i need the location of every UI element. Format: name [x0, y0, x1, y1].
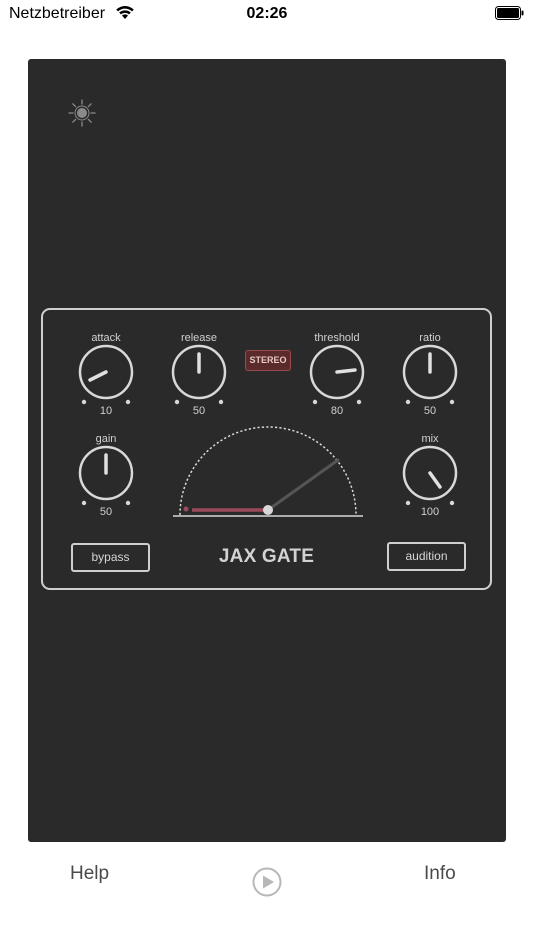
clock: 02:26 — [246, 5, 288, 22]
mix-label: mix — [421, 433, 439, 445]
plugin-panel: attack 10 release 50 STEREO threshold 80… — [28, 59, 506, 842]
ratio-knob[interactable]: ratio 50 — [400, 332, 460, 422]
brightness-icon[interactable] — [67, 98, 97, 133]
battery-icon — [495, 6, 525, 25]
gain-reduction-meter — [173, 426, 363, 517]
help-tab[interactable]: Help — [70, 863, 109, 885]
release-label: release — [180, 332, 218, 344]
play-icon[interactable] — [252, 867, 282, 902]
threshold-label: threshold — [314, 332, 360, 344]
release-value: 50 — [192, 405, 206, 417]
release-knob[interactable]: release 50 — [169, 332, 229, 422]
ratio-value: 50 — [423, 405, 437, 417]
mix-value: 100 — [420, 506, 440, 518]
attack-knob[interactable]: attack 10 — [76, 332, 136, 422]
attack-label: attack — [91, 332, 121, 344]
stereo-badge[interactable]: STEREO — [245, 350, 291, 371]
gate-plugin: attack 10 release 50 STEREO threshold 80… — [41, 308, 492, 590]
mix-knob[interactable]: mix 100 — [400, 433, 460, 523]
attack-value: 10 — [99, 405, 113, 417]
gain-knob[interactable]: gain 50 — [76, 433, 136, 523]
audition-button[interactable]: audition — [387, 542, 466, 571]
threshold-knob[interactable]: threshold 80 — [307, 332, 367, 422]
info-tab[interactable]: Info — [424, 863, 456, 885]
gain-value: 50 — [99, 506, 113, 518]
threshold-value: 80 — [330, 405, 344, 417]
status-bar: Netzbetreiber 02:26 — [0, 0, 534, 28]
gain-label: gain — [95, 433, 117, 445]
ratio-label: ratio — [419, 332, 441, 344]
